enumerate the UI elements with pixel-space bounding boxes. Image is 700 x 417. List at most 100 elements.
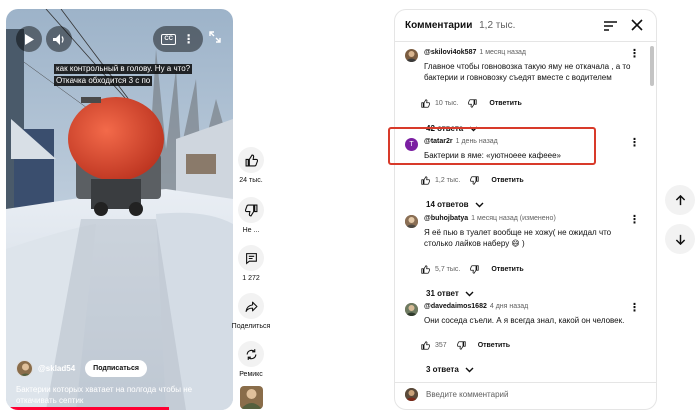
comment-time[interactable]: 1 месяц назад (изменено) bbox=[471, 215, 556, 222]
page: CC ⋮ как контрольный в голову. Ну а что?… bbox=[0, 0, 700, 417]
comment-author[interactable]: @buhojbatya bbox=[424, 215, 468, 222]
comments-panel: Комментарии 1,2 тыс. @skilovi4ok587 1 мес… bbox=[394, 9, 657, 410]
remix-action[interactable]: Ремикс bbox=[236, 341, 266, 378]
caption-line-2: Откачка обходится 3 с по bbox=[54, 76, 153, 86]
replies-count: 31 ответ bbox=[426, 289, 459, 298]
reply-button[interactable]: Ответить bbox=[491, 177, 523, 184]
play-icon bbox=[25, 33, 34, 45]
reply-button[interactable]: Ответить bbox=[491, 266, 523, 273]
comment-author[interactable]: @davedaimos1682 bbox=[424, 303, 487, 310]
footer-divider bbox=[395, 382, 656, 383]
reply-button[interactable]: Ответить bbox=[489, 100, 521, 107]
comment-actions: 357 Ответить bbox=[421, 341, 510, 350]
share-action[interactable]: Поделиться bbox=[232, 293, 270, 330]
comment-count: 1 272 bbox=[242, 275, 260, 282]
scrollbar[interactable] bbox=[650, 46, 654, 86]
comment-text: Они соседа съели. А я всегда знал, какой… bbox=[424, 316, 625, 325]
reply-button[interactable]: Ответить bbox=[478, 342, 510, 349]
comment-time[interactable]: 1 месяц назад bbox=[479, 49, 526, 56]
like-action[interactable]: 24 тыс. bbox=[236, 147, 266, 184]
captions-icon[interactable]: CC bbox=[161, 33, 176, 45]
share-label: Поделиться bbox=[231, 323, 271, 330]
remix-icon bbox=[246, 348, 256, 360]
next-video-button[interactable] bbox=[665, 224, 695, 254]
comment-like-count: 357 bbox=[435, 342, 447, 349]
player-options: CC ⋮ bbox=[153, 26, 203, 52]
thumb-down-icon bbox=[244, 204, 257, 216]
dislike-label: Не ... bbox=[242, 227, 260, 234]
comment-meta: @buhojbatya 1 месяц назад (изменено) bbox=[424, 215, 556, 222]
comment-meta: @davedaimos1682 4 дня назад bbox=[424, 303, 528, 310]
chevron-down-icon bbox=[475, 202, 483, 207]
replies-toggle[interactable]: 3 ответа bbox=[426, 365, 474, 374]
replies-toggle[interactable]: 14 ответов bbox=[426, 200, 484, 209]
user-avatar bbox=[405, 388, 418, 401]
thumb-down-icon[interactable] bbox=[470, 265, 479, 274]
comment-actions: 5,7 тыс. Ответить bbox=[421, 265, 524, 274]
share-button[interactable] bbox=[238, 293, 264, 319]
progress-bar[interactable] bbox=[6, 407, 170, 410]
comment-actions: 1,2 тыс. Ответить bbox=[421, 176, 524, 185]
comments-count: 1,2 тыс. bbox=[479, 20, 516, 31]
comment-time[interactable]: 4 дня назад bbox=[490, 303, 528, 310]
remix-button[interactable] bbox=[238, 341, 264, 367]
highlight-box bbox=[388, 127, 596, 165]
header-divider bbox=[395, 41, 656, 42]
comment-menu-icon[interactable]: ⋮ bbox=[629, 138, 640, 149]
arrow-down-icon bbox=[675, 234, 685, 245]
more-vert-icon[interactable]: ⋮ bbox=[183, 33, 195, 45]
channel-avatar[interactable] bbox=[16, 360, 33, 377]
video-player[interactable]: CC ⋮ как контрольный в голову. Ну а что?… bbox=[6, 9, 233, 410]
play-button[interactable] bbox=[16, 26, 42, 52]
dislike-button[interactable] bbox=[238, 197, 264, 223]
video-caption: как контрольный в голову. Ну а что? Отка… bbox=[54, 62, 193, 86]
thumb-down-icon[interactable] bbox=[468, 99, 478, 108]
thumb-up-icon[interactable] bbox=[421, 99, 430, 108]
new-comment-row: Введите комментарий bbox=[405, 388, 508, 401]
like-button[interactable] bbox=[238, 147, 264, 173]
channel-name[interactable]: @sklad54 bbox=[38, 364, 75, 373]
subscribe-button[interactable]: Подписаться bbox=[85, 360, 147, 377]
comment-menu-icon[interactable]: ⋮ bbox=[629, 215, 640, 226]
comment-avatar[interactable] bbox=[405, 303, 418, 316]
comment-avatar[interactable] bbox=[405, 215, 418, 228]
chevron-down-icon bbox=[465, 367, 474, 372]
chevron-down-icon bbox=[465, 291, 474, 296]
volume-button[interactable] bbox=[46, 26, 72, 52]
comment-input[interactable]: Введите комментарий bbox=[426, 390, 508, 399]
share-icon bbox=[245, 301, 257, 312]
replies-count: 14 ответов bbox=[426, 200, 469, 209]
channel-thumbnail[interactable] bbox=[240, 386, 263, 409]
dislike-action[interactable]: Не ... bbox=[236, 197, 266, 234]
thumb-up-icon bbox=[245, 154, 258, 166]
video-title[interactable]: Бактерии которых хватает на полгода чтоб… bbox=[16, 384, 221, 406]
replies-count: 3 ответа bbox=[426, 365, 459, 374]
thumb-down-icon[interactable] bbox=[456, 341, 466, 350]
comment-menu-icon[interactable]: ⋮ bbox=[629, 303, 640, 314]
comments-action[interactable]: 1 272 bbox=[236, 245, 266, 282]
previous-video-button[interactable] bbox=[665, 185, 695, 215]
comments-button[interactable] bbox=[238, 245, 264, 271]
replies-toggle[interactable]: 31 ответ bbox=[426, 289, 474, 298]
thumb-up-icon[interactable] bbox=[421, 265, 430, 274]
comment-icon bbox=[245, 252, 257, 265]
thumb-down-icon[interactable] bbox=[470, 176, 479, 185]
comment-like-count: 5,7 тыс. bbox=[435, 266, 461, 273]
comment-like-count: 10 тыс. bbox=[435, 100, 459, 107]
comment-text: Главное чтобы говновозка такую яму не от… bbox=[424, 62, 631, 82]
caption-line-1: как контрольный в голову. Ну а что? bbox=[54, 64, 193, 74]
fullscreen-icon[interactable] bbox=[209, 31, 221, 43]
like-count: 24 тыс. bbox=[239, 177, 263, 184]
comment-avatar[interactable] bbox=[405, 49, 418, 62]
remix-label: Ремикс bbox=[239, 371, 263, 378]
comment-text: Я её пью в туалет вообще не хожу( не ожи… bbox=[424, 228, 612, 248]
comment-actions: 10 тыс. Ответить bbox=[421, 99, 522, 108]
thumb-up-icon[interactable] bbox=[421, 341, 430, 350]
comment-menu-icon[interactable]: ⋮ bbox=[629, 49, 640, 60]
comment-author[interactable]: @skilovi4ok587 bbox=[424, 49, 476, 56]
sort-icon[interactable] bbox=[604, 20, 617, 32]
volume-icon bbox=[53, 33, 64, 45]
close-icon[interactable] bbox=[631, 19, 643, 31]
comments-header: Комментарии 1,2 тыс. bbox=[405, 20, 515, 31]
thumb-up-icon[interactable] bbox=[421, 176, 430, 185]
